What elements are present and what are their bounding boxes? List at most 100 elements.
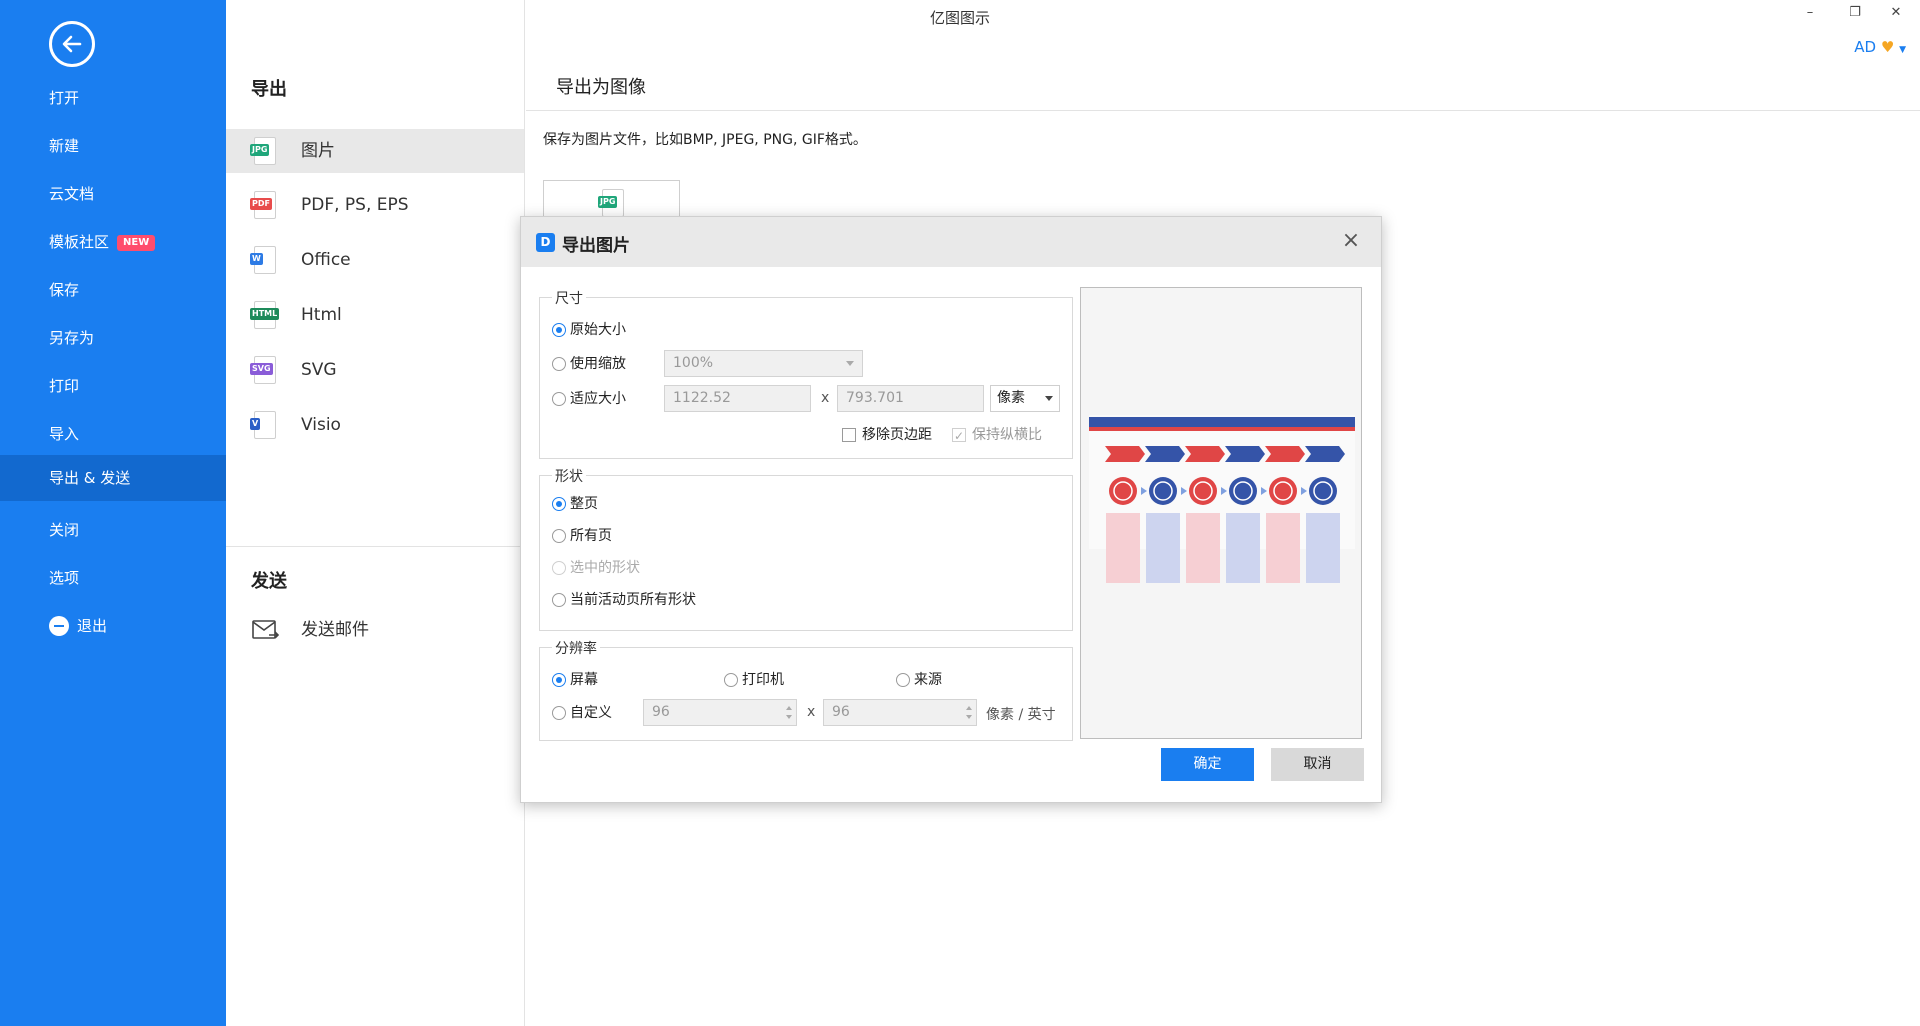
export-item-label: 图片 (301, 141, 335, 161)
page-title: 导出为图像 (556, 77, 646, 98)
export-image-dialog: D 导出图片 × 尺寸 原始大小 使用缩放 100% 适应大小 1122.52 … (520, 216, 1382, 803)
divider (526, 110, 1920, 111)
app-logo-icon: D (536, 233, 555, 252)
visio-file-icon: V (250, 411, 278, 439)
arrow-left-icon (62, 35, 82, 53)
remove-margin-checkbox[interactable]: 移除页边距 (842, 425, 932, 445)
ok-button[interactable]: 确定 (1161, 748, 1254, 781)
sidebar-item-label: 另存为 (49, 329, 95, 347)
sidebar-item-close[interactable]: 关闭 (0, 507, 226, 553)
dpi-x-spinner[interactable]: 96 (643, 699, 797, 726)
size-group: 尺寸 原始大小 使用缩放 100% 适应大小 1122.52 x 793.701… (539, 288, 1073, 459)
chevron-down-icon: ▼ (1899, 45, 1906, 55)
radio-original-size[interactable]: 原始大小 (552, 320, 626, 340)
sidebar-item-label: 关闭 (49, 521, 80, 539)
sidebar-item-export-send[interactable]: 导出 & 发送 (0, 455, 226, 501)
radio-custom[interactable]: 自定义 (552, 703, 612, 723)
resolution-group: 分辨率 屏幕 打印机 来源 自定义 96 x 96 像素 / 英寸 (539, 638, 1073, 741)
pdf-file-icon: PDF (250, 191, 278, 219)
unit-select[interactable]: 像素 (990, 385, 1060, 412)
sidebar-item-exit[interactable]: 退出 (0, 603, 226, 649)
sidebar-item-label: 云文档 (49, 185, 95, 203)
export-type-panel: 导出 JPG 图片 PDF PDF, PS, EPS W Office HTML… (226, 0, 525, 1026)
export-item-label: SVG (301, 360, 337, 380)
send-email-item[interactable]: 发送邮件 (251, 610, 511, 650)
radio-fit-size[interactable]: 适应大小 (552, 389, 626, 409)
export-description: 保存为图片文件，比如BMP, JPEG, PNG, GIF格式。 (543, 132, 867, 148)
radio-all-pages[interactable]: 所有页 (552, 526, 612, 546)
zoom-select[interactable]: 100% (664, 350, 863, 377)
sidebar-item-save-as[interactable]: 另存为 (0, 315, 226, 361)
sidebar-item-import[interactable]: 导入 (0, 411, 226, 457)
sidebar-item-print[interactable]: 打印 (0, 363, 226, 409)
export-item-visio[interactable]: V Visio (226, 403, 524, 447)
radio-printer[interactable]: 打印机 (724, 670, 784, 690)
export-item-office[interactable]: W Office (226, 238, 524, 282)
minimize-button[interactable]: – (1800, 5, 1820, 25)
radio-screen[interactable]: 屏幕 (552, 670, 598, 690)
shape-group-label: 形状 (552, 466, 586, 486)
sidebar-item-label: 选项 (49, 569, 80, 587)
vip-diamond-icon: ♥ (1880, 38, 1895, 56)
send-section-title: 发送 (251, 571, 287, 592)
resolution-group-label: 分辨率 (552, 638, 600, 658)
radio-current-page-shapes[interactable]: 当前活动页所有形状 (552, 590, 696, 610)
image-preview (1080, 287, 1362, 739)
export-item-svg[interactable]: SVG SVG (226, 348, 524, 392)
sidebar-item-options[interactable]: 选项 (0, 555, 226, 601)
dialog-close-button[interactable]: × (1339, 229, 1363, 253)
height-input[interactable]: 793.701 (837, 385, 984, 412)
shape-group: 形状 整页 所有页 选中的形状 当前活动页所有形状 (539, 466, 1073, 631)
sidebar-item-label: 导出 & 发送 (49, 469, 131, 487)
sidebar-item-label: 模板社区 (49, 233, 110, 251)
radio-selected-shapes[interactable]: 选中的形状 (552, 558, 640, 578)
mail-icon (252, 620, 279, 639)
jpg-file-icon: JPG (250, 137, 278, 165)
export-item-label: PDF, PS, EPS (301, 195, 409, 215)
sidebar-item-label: 保存 (49, 281, 80, 299)
times-sign: x (821, 390, 830, 406)
diagram-thumbnail (1089, 415, 1355, 583)
html-file-icon: HTML (250, 301, 280, 329)
keep-ratio-checkbox[interactable]: 保持纵横比 (952, 425, 1042, 446)
svg-file-icon: SVG (250, 356, 278, 384)
user-account[interactable]: AD ♥ ▼ (1854, 38, 1906, 56)
export-item-label: Html (301, 305, 342, 325)
dpi-y-spinner[interactable]: 96 (823, 699, 977, 726)
sidebar-item-template-community[interactable]: 模板社区 NEW (0, 219, 226, 265)
sidebar-item-label: 打印 (49, 377, 80, 395)
jpg-file-icon: JPG (598, 189, 626, 217)
sidebar-item-new[interactable]: 新建 (0, 123, 226, 169)
export-item-html[interactable]: HTML Html (226, 293, 524, 337)
new-badge: NEW (117, 234, 156, 251)
restore-button[interactable]: ❐ (1845, 5, 1865, 25)
sidebar-item-open[interactable]: 打开 (0, 75, 226, 121)
export-item-label: Office (301, 250, 351, 270)
cancel-button[interactable]: 取消 (1271, 748, 1364, 781)
sidebar-item-cloud-docs[interactable]: 云文档 (0, 171, 226, 217)
dialog-title: 导出图片 (562, 236, 630, 256)
sidebar-item-label: 退出 (77, 617, 108, 635)
sidebar-item-label: 导入 (49, 425, 80, 443)
dialog-header: D 导出图片 × (521, 217, 1381, 267)
width-input[interactable]: 1122.52 (664, 385, 811, 412)
radio-use-zoom[interactable]: 使用缩放 (552, 354, 626, 374)
size-group-label: 尺寸 (552, 288, 586, 308)
export-section-title: 导出 (251, 79, 287, 100)
back-button[interactable] (49, 21, 95, 67)
export-item-label: Visio (301, 415, 341, 435)
file-menu-sidebar: 打开 新建 云文档 模板社区 NEW 保存 另存为 打印 导入 导出 & 发送 关… (0, 0, 226, 1026)
divider (226, 546, 524, 547)
times-sign: x (807, 704, 816, 720)
export-item-pdf[interactable]: PDF PDF, PS, EPS (226, 183, 524, 227)
sidebar-item-label: 新建 (49, 137, 80, 155)
sidebar-item-save[interactable]: 保存 (0, 267, 226, 313)
user-name: AD (1854, 38, 1877, 56)
export-item-image[interactable]: JPG 图片 (226, 129, 524, 173)
export-image-card[interactable]: JPG (543, 180, 680, 220)
close-window-button[interactable]: ✕ (1886, 5, 1906, 25)
dpi-unit-label: 像素 / 英寸 (986, 707, 1056, 723)
radio-source[interactable]: 来源 (896, 670, 942, 690)
send-email-label: 发送邮件 (301, 620, 369, 640)
radio-whole-page[interactable]: 整页 (552, 494, 598, 514)
